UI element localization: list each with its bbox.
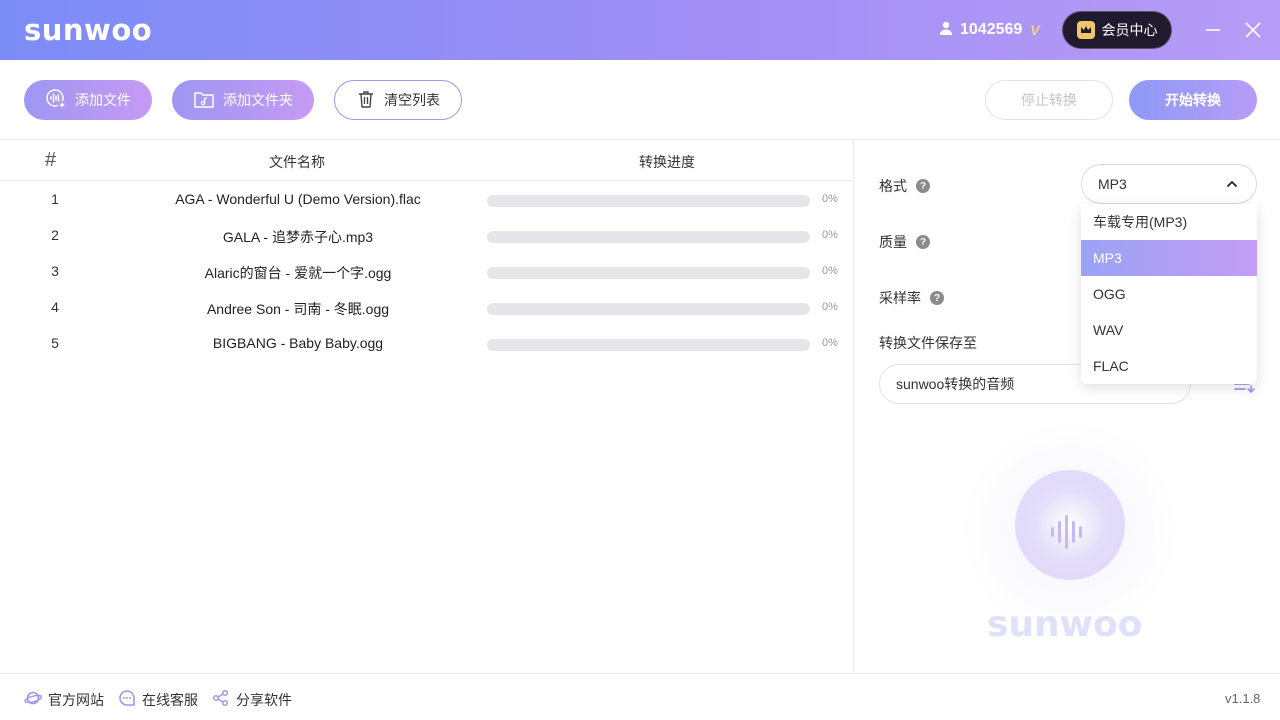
share-software-label: 分享软件 <box>236 691 292 708</box>
save-path-value: sunwoo转换的音频 <box>896 376 1015 392</box>
add-file-button[interactable]: 添加文件 <box>24 80 152 120</box>
row-number: 2 <box>51 227 59 243</box>
table-row[interactable]: 4 Andree Son - 司南 - 冬眠.ogg 0% <box>0 289 854 325</box>
app-logo: sunwoo <box>24 13 153 47</box>
add-file-label: 添加文件 <box>75 92 131 108</box>
table-row[interactable]: 1 AGA - Wonderful U (Demo Version).flac … <box>0 181 854 217</box>
title-bar: sunwoo 1042569 V 会员中心 <box>0 0 1280 60</box>
brand-graphic: sunwoo <box>955 420 1185 660</box>
column-header-num: # <box>45 149 57 171</box>
row-number: 3 <box>51 263 59 279</box>
format-label: 格式 <box>879 178 907 194</box>
sound-wave-icon <box>1051 515 1082 549</box>
file-name: Andree Son - 司南 - 冬眠.ogg <box>206 301 390 317</box>
help-icon[interactable]: ? <box>916 235 930 249</box>
audio-file-add-icon <box>45 88 67 113</box>
clear-list-button[interactable]: 清空列表 <box>334 80 462 120</box>
trash-icon <box>356 89 376 112</box>
row-number: 1 <box>51 191 59 207</box>
sample-rate-label: 采样率 <box>879 290 921 306</box>
row-number: 5 <box>51 335 59 351</box>
table-header: # 文件名称 转换进度 <box>0 140 854 181</box>
share-icon <box>212 689 230 710</box>
settings-panel: 格式 ? MP3 车载专用(MP3) MP3 OGG WAV FLAC 质量 ?… <box>855 140 1280 673</box>
help-icon[interactable]: ? <box>916 179 930 193</box>
add-folder-button[interactable]: 添加文件夹 <box>172 80 314 120</box>
online-service-link[interactable]: 在线客服 <box>118 689 198 710</box>
user-info[interactable]: 1042569 V <box>938 20 1040 40</box>
table-row[interactable]: 3 Alaric的窗台 - 爱就一个字.ogg 0% <box>0 253 854 289</box>
music-folder-icon <box>193 88 215 113</box>
chat-icon <box>118 689 136 710</box>
online-service-label: 在线客服 <box>142 691 198 708</box>
column-header-progress: 转换进度 <box>639 154 695 170</box>
stop-convert-label: 停止转换 <box>1021 92 1077 108</box>
progress-bar <box>487 195 810 207</box>
file-name: Alaric的窗台 - 爱就一个字.ogg <box>204 265 392 281</box>
brand-watermark: sunwoo <box>987 604 1143 645</box>
table-row[interactable]: 5 BIGBANG - Baby Baby.ogg 0% <box>0 325 854 361</box>
progress-percent: 0% <box>822 193 838 205</box>
share-software-link[interactable]: 分享软件 <box>212 689 292 710</box>
format-select-value: MP3 <box>1098 176 1127 192</box>
start-convert-button[interactable]: 开始转换 <box>1129 80 1257 120</box>
stop-convert-button[interactable]: 停止转换 <box>985 80 1113 120</box>
member-center-label: 会员中心 <box>1101 22 1158 38</box>
format-dropdown: 车载专用(MP3) MP3 OGG WAV FLAC <box>1081 204 1257 384</box>
format-label-group: 格式 ? <box>879 176 930 196</box>
progress-percent: 0% <box>822 229 838 241</box>
minimize-icon[interactable] <box>1201 18 1225 42</box>
chevron-up-icon <box>1226 177 1238 193</box>
start-convert-label: 开始转换 <box>1165 92 1221 108</box>
quality-label-group: 质量 ? <box>879 232 930 252</box>
progress-bar <box>487 267 810 279</box>
clear-list-label: 清空列表 <box>384 92 440 108</box>
format-option[interactable]: WAV <box>1081 312 1257 348</box>
close-icon[interactable] <box>1241 18 1265 42</box>
progress-bar <box>487 303 810 315</box>
planet-icon <box>24 689 43 710</box>
format-option[interactable]: FLAC <box>1081 348 1257 384</box>
toolbar: 添加文件 添加文件夹 清空列表 停止转换 开始转换 <box>0 60 1280 140</box>
vip-mark: V <box>1030 22 1040 38</box>
column-header-name: 文件名称 <box>269 154 325 170</box>
progress-percent: 0% <box>822 265 838 277</box>
official-site-label: 官方网站 <box>48 691 104 708</box>
version-label: v1.1.8 <box>1225 691 1261 706</box>
save-to-label: 转换文件保存至 <box>879 335 977 351</box>
format-option[interactable]: MP3 <box>1081 240 1257 276</box>
format-select[interactable]: MP3 <box>1081 164 1257 204</box>
save-to-label-group: 转换文件保存至 <box>879 333 977 353</box>
user-id: 1042569 <box>960 21 1023 38</box>
footer: 官方网站 在线客服 分享软件 v1.1.8 <box>0 673 1280 720</box>
add-folder-label: 添加文件夹 <box>223 92 293 108</box>
progress-percent: 0% <box>822 301 838 313</box>
quality-label: 质量 <box>879 234 907 250</box>
file-name: GALA - 追梦赤子心.mp3 <box>222 229 374 245</box>
table-row[interactable]: 2 GALA - 追梦赤子心.mp3 0% <box>0 217 854 253</box>
member-center-button[interactable]: 会员中心 <box>1062 11 1172 49</box>
help-icon[interactable]: ? <box>930 291 944 305</box>
progress-percent: 0% <box>822 337 838 349</box>
crown-icon <box>1076 21 1095 39</box>
official-site-link[interactable]: 官方网站 <box>24 689 104 710</box>
format-option[interactable]: OGG <box>1081 276 1257 312</box>
row-number: 4 <box>51 299 59 315</box>
file-name: BIGBANG - Baby Baby.ogg <box>212 335 384 351</box>
user-icon <box>938 20 954 41</box>
progress-bar <box>487 339 810 351</box>
file-table: # 文件名称 转换进度 1 AGA - Wonderful U (Demo Ve… <box>0 140 854 673</box>
progress-bar <box>487 231 810 243</box>
format-option[interactable]: 车载专用(MP3) <box>1081 204 1257 240</box>
file-name: AGA - Wonderful U (Demo Version).flac <box>175 191 421 207</box>
sample-rate-label-group: 采样率 ? <box>879 288 944 308</box>
